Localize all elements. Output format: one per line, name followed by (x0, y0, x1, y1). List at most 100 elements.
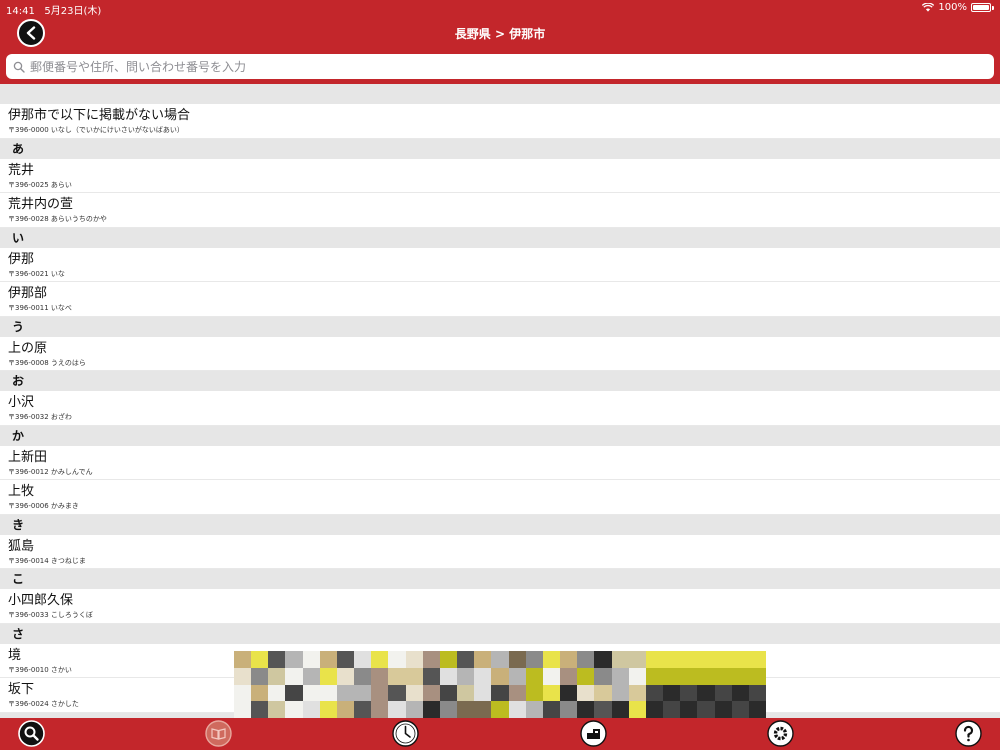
ad-pixel (697, 667, 715, 685)
ad-pixel (731, 667, 749, 685)
ad-pixel (422, 667, 440, 685)
ad-pixel (457, 651, 475, 668)
ad-pixel (336, 667, 355, 685)
battery-percent: 100% (938, 2, 967, 13)
ad-pixel (234, 667, 252, 685)
ad-pixel (268, 684, 286, 702)
ad-banner[interactable] (234, 651, 766, 718)
list-item[interactable]: 伊那市で以下に掲載がない場合 〒396-0000 いなし（でいかにけいさいがないば… (0, 104, 1000, 139)
ad-pixel (491, 701, 509, 718)
ad-pixel (336, 651, 355, 668)
ad-pixel (268, 701, 286, 718)
ad-pixel (354, 667, 372, 685)
list-item-postal: 〒396-0006 かみまき (8, 502, 79, 510)
tab-book[interactable] (205, 720, 232, 747)
tab-bar (0, 718, 1000, 750)
ad-pixel (611, 651, 629, 668)
header-bar: 14:41 5月23日(木) 100% 長野県 > 伊那市 (0, 0, 1000, 84)
list-item[interactable]: 荒井 〒396-0025 あらい (0, 158, 1000, 193)
tab-search[interactable] (18, 720, 45, 747)
search-icon (18, 720, 45, 747)
ad-pixel (680, 684, 698, 702)
ad-pixel (285, 651, 303, 668)
ad-pixel (457, 667, 475, 685)
ad-pixel (388, 701, 406, 718)
list-item[interactable]: 荒井内の萱 〒396-0028 あらいうちのかや (0, 193, 1000, 228)
ad-pixel (542, 651, 561, 668)
ad-pixel (491, 667, 509, 685)
search-icon (13, 61, 25, 73)
ad-pixel (714, 684, 732, 702)
ad-pixel (251, 684, 269, 702)
list-item[interactable]: 伊那部 〒396-0011 いなべ (0, 282, 1000, 317)
list-item-name: 上牧 (8, 484, 35, 499)
list-item-postal: 〒396-0012 かみしんでん (8, 467, 93, 476)
status-date: 5月23日(木) (44, 6, 102, 17)
ad-pixel (508, 684, 526, 702)
list-item[interactable]: 小沢 〒396-0032 おざわ (0, 391, 1000, 426)
ad-pixel (251, 667, 269, 685)
section-header: い (0, 227, 1000, 248)
status-time: 14:41 (6, 6, 35, 17)
ad-pixel (508, 667, 526, 685)
ad-pixel (302, 701, 320, 718)
ad-pixel (491, 651, 509, 668)
ad-pixel (748, 701, 766, 718)
ad-pixel (663, 684, 681, 702)
tab-help[interactable] (955, 720, 982, 747)
search-input[interactable] (30, 59, 994, 74)
list-item[interactable]: 上新田 〒396-0012 かみしんでん (0, 445, 1000, 480)
ad-pixel (508, 701, 526, 718)
status-indicators: 100% (922, 2, 994, 13)
ad-pixel (422, 684, 440, 702)
ad-pixel (285, 667, 303, 685)
ad-pixel (731, 684, 749, 702)
list-spacer (0, 84, 1000, 104)
ad-pixel (319, 684, 337, 702)
tab-history[interactable] (392, 720, 419, 747)
ad-pixel (457, 684, 475, 702)
ad-pixel (336, 701, 355, 718)
search-bar[interactable] (6, 54, 994, 79)
ad-pixel (371, 667, 389, 685)
ad-pixel (439, 701, 458, 718)
list-item-name: 荒井内の萱 (8, 197, 74, 212)
ad-pixel (594, 701, 612, 718)
ad-pixel (680, 701, 698, 718)
list-item-name: 伊那市で以下に掲載がない場合 (8, 108, 191, 123)
list-item[interactable]: 伊那 〒396-0021 いな (0, 247, 1000, 282)
ad-pixel (439, 684, 458, 702)
ad-pixel (680, 667, 698, 685)
section-header: さ (0, 623, 1000, 644)
ad-pixel (663, 701, 681, 718)
ad-pixel (388, 651, 406, 668)
list-item[interactable]: 狐島 〒396-0014 きつねじま (0, 534, 1000, 569)
list-item-postal: 〒396-0010 さかい (8, 665, 72, 674)
ad-pixel (697, 684, 715, 702)
ad-pixel (542, 684, 561, 702)
ad-pixel (731, 701, 749, 718)
address-list[interactable]: 伊那市で以下に掲載がない場合 〒396-0000 いなし（でいかにけいさいがないば… (0, 84, 1000, 718)
ad-pixel (405, 701, 423, 718)
ad-pixel (474, 667, 492, 685)
ad-pixel (731, 651, 749, 668)
ad-pixel (302, 684, 320, 702)
ad-pixel (645, 651, 664, 668)
tab-package[interactable] (580, 720, 607, 747)
ad-pixel (474, 684, 492, 702)
ad-pixel (234, 651, 252, 668)
book-icon (205, 720, 232, 747)
ad-pixel (577, 651, 595, 668)
list-item-postal: 〒396-0011 いなべ (8, 304, 72, 312)
ad-pixel (422, 651, 440, 668)
list-item[interactable]: 小四郎久保 〒396-0033 こしろうくぼ (0, 589, 1000, 624)
list-item[interactable]: 上牧〒396-0006 かみまき (0, 480, 1000, 515)
ad-pixel (714, 701, 732, 718)
section-header: こ (0, 569, 1000, 589)
list-item-postal: 〒396-0032 おざわ (8, 413, 72, 421)
ad-pixel (525, 701, 543, 718)
list-item[interactable]: 上の原 〒396-0008 うえのはら (0, 336, 1000, 371)
tab-settings[interactable] (767, 720, 794, 747)
ad-pixel (611, 684, 629, 702)
list-item-name: 狐島 (8, 538, 35, 554)
